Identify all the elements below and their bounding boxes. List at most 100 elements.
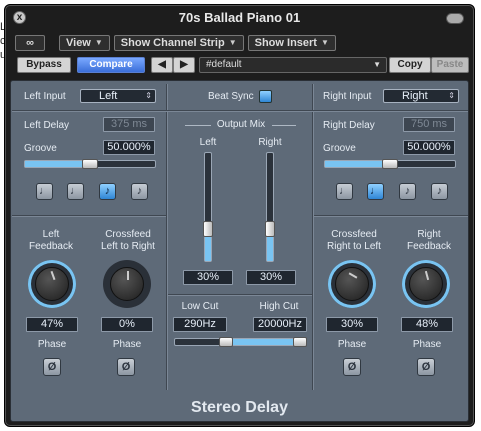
- left-note-sixteenth-button[interactable]: ♪: [131, 183, 148, 200]
- left-feedback-knob[interactable]: [28, 260, 76, 308]
- copy-button[interactable]: Copy: [389, 57, 431, 73]
- left-crossfeed-phase-button[interactable]: Ø: [117, 358, 135, 376]
- left-feedback-label: Left Feedback: [29, 229, 73, 252]
- high-cut-label: High Cut: [259, 301, 299, 312]
- divider: [12, 110, 468, 112]
- show-insert-menu[interactable]: Show Insert ▼: [247, 35, 336, 51]
- cut-range-slider[interactable]: [174, 337, 307, 347]
- low-cut-label: Low Cut: [181, 301, 219, 312]
- beat-sync-checkbox[interactable]: [259, 90, 272, 103]
- right-feedback-knob[interactable]: [402, 260, 450, 308]
- slider-fill: [325, 161, 390, 167]
- divider: [166, 84, 168, 390]
- right-note-sixteenth-button[interactable]: ♪: [431, 183, 448, 200]
- compare-button[interactable]: Compare: [77, 57, 145, 73]
- right-crossfeed-phase-button[interactable]: Ø: [343, 358, 361, 376]
- right-crossfeed-phase-label: Phase: [337, 339, 367, 350]
- view-menu[interactable]: View ▼: [59, 35, 110, 51]
- output-right-slider[interactable]: [265, 152, 275, 262]
- output-left-label: Left: [199, 137, 217, 148]
- right-note-eighth-button[interactable]: ♪: [399, 183, 416, 200]
- left-note-eighth-button[interactable]: ♪: [99, 183, 116, 200]
- updown-arrow-icon: ⇕: [448, 91, 455, 100]
- output-right-label: Right: [258, 137, 282, 148]
- knob-pointer: [348, 272, 358, 279]
- window-title: 70s Ballad Piano 01: [178, 10, 301, 25]
- right-phase-label: Phase: [412, 339, 442, 350]
- left-note-quarter-button[interactable]: ♩: [36, 183, 53, 200]
- right-note-quarter-dotted-button[interactable]: ♩: [367, 183, 384, 200]
- low-cut-field[interactable]: 290Hz: [173, 317, 227, 332]
- divider: [185, 125, 211, 126]
- divider: [168, 294, 312, 296]
- right-note-quarter-button[interactable]: ♩: [336, 183, 353, 200]
- preset-name: #default: [206, 59, 242, 70]
- output-mix-label: Output Mix: [216, 119, 266, 130]
- right-crossfeed-label: Crossfeed Right to Left: [327, 229, 381, 252]
- left-phase-label: Phase: [37, 339, 67, 350]
- right-delay-label: Right Delay: [323, 120, 375, 131]
- link-button[interactable]: ∞: [15, 35, 45, 51]
- output-right-field[interactable]: 30%: [246, 270, 296, 285]
- right-crossfeed-knob[interactable]: [328, 260, 376, 308]
- slider-thumb[interactable]: [382, 159, 398, 169]
- show-channel-strip-label: Show Channel Strip: [120, 37, 225, 49]
- left-crossfeed-knob[interactable]: [103, 260, 151, 308]
- slider-thumb[interactable]: [82, 159, 98, 169]
- output-left-field[interactable]: 30%: [183, 270, 233, 285]
- left-delay-label: Left Delay: [24, 120, 70, 131]
- left-groove-label: Groove: [24, 143, 57, 154]
- right-crossfeed-field[interactable]: 30%: [326, 317, 378, 332]
- left-phase-button[interactable]: Ø: [43, 358, 61, 376]
- left-crossfeed-field[interactable]: 0%: [101, 317, 153, 332]
- slider-thumb[interactable]: [203, 220, 213, 237]
- left-crossfeed-phase-label: Phase: [112, 339, 142, 350]
- right-groove-label: Groove: [323, 143, 356, 154]
- high-cut-thumb[interactable]: [293, 337, 307, 347]
- high-cut-field[interactable]: 20000Hz: [253, 317, 307, 332]
- show-channel-strip-menu[interactable]: Show Channel Strip ▼: [113, 35, 244, 51]
- toolbar-toggle-button[interactable]: [446, 13, 464, 24]
- right-feedback-label: Right Feedback: [407, 229, 451, 252]
- next-preset-button[interactable]: ▶: [173, 57, 195, 73]
- output-left-slider[interactable]: [203, 152, 213, 262]
- right-phase-button[interactable]: Ø: [417, 358, 435, 376]
- left-groove-field[interactable]: 50.000%: [103, 140, 155, 155]
- chevron-down-icon: ▼: [320, 38, 329, 47]
- paste-button[interactable]: Paste: [431, 57, 469, 73]
- right-delay-field[interactable]: 750 ms: [403, 117, 455, 132]
- divider: [272, 125, 296, 126]
- chevron-down-icon: ▼: [94, 38, 103, 47]
- right-input-select[interactable]: Right ⇕: [383, 89, 459, 103]
- left-groove-slider[interactable]: [24, 159, 156, 169]
- knob-pointer: [50, 270, 56, 281]
- slider-thumb[interactable]: [265, 220, 275, 237]
- low-cut-thumb[interactable]: [219, 337, 233, 347]
- left-delay-field[interactable]: 375 ms: [103, 117, 155, 132]
- window-toolbar: ∞ View ▼ Show Channel Strip ▼ Show Insert ▼: [15, 35, 336, 51]
- left-crossfeed-label: Crossfeed Left to Right: [101, 229, 155, 252]
- knob-cap: [335, 267, 369, 301]
- previous-preset-button[interactable]: ◀: [151, 57, 173, 73]
- right-input-label: Right Input: [323, 91, 372, 102]
- right-groove-slider[interactable]: [324, 159, 456, 169]
- preset-menu[interactable]: #default ▼: [199, 57, 387, 73]
- divider: [312, 84, 314, 390]
- left-input-select[interactable]: Left ⇕: [80, 89, 156, 103]
- knob-pointer: [127, 271, 129, 280]
- bypass-button[interactable]: Bypass: [17, 57, 71, 73]
- knob-cap: [409, 267, 443, 301]
- left-input-value: Left: [99, 90, 118, 102]
- divider: [314, 215, 468, 217]
- knob-cap: [35, 267, 69, 301]
- plugin-header-controls: Bypass Compare ◀ ▶ #default ▼ Copy Paste: [15, 57, 469, 73]
- right-groove-field[interactable]: 50.000%: [403, 140, 455, 155]
- show-insert-label: Show Insert: [254, 37, 317, 49]
- right-feedback-field[interactable]: 48%: [401, 317, 453, 332]
- close-button[interactable]: x: [13, 11, 26, 24]
- divider: [12, 215, 166, 217]
- beat-sync-label: Beat Sync: [208, 91, 254, 102]
- chevron-down-icon: ▼: [373, 60, 381, 69]
- left-note-quarter-dotted-button[interactable]: ♩: [67, 183, 84, 200]
- left-feedback-field[interactable]: 47%: [26, 317, 78, 332]
